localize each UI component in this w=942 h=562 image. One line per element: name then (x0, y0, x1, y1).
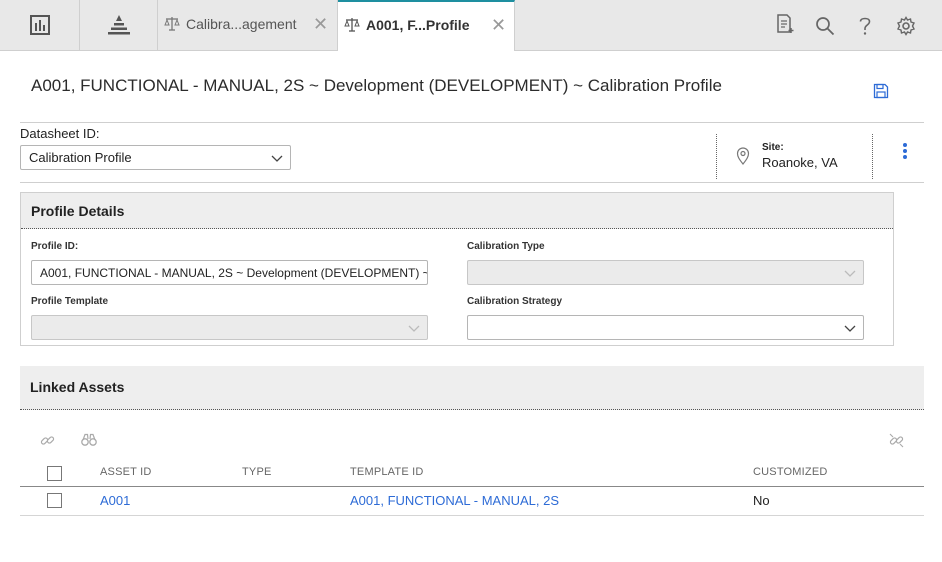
divider (20, 515, 924, 516)
profile-template-select (31, 315, 428, 340)
datasheet-value: Calibration Profile (29, 150, 132, 165)
divider (872, 134, 873, 179)
dashboard-button[interactable] (0, 0, 80, 50)
calibration-type-label: Calibration Type (467, 241, 545, 252)
tab-calibration-profile[interactable]: A001, F...Profile ✕ (338, 0, 515, 51)
row-checkbox[interactable] (47, 493, 62, 508)
profile-id-label: Profile ID: (31, 241, 79, 252)
linked-assets-title: Linked Assets (30, 379, 125, 395)
tab-calibration-management[interactable]: Calibra...agement ✕ (158, 0, 338, 51)
tab-label: Calibra...agement (186, 16, 297, 32)
select-all-checkbox[interactable] (47, 466, 62, 481)
search-icon[interactable] (815, 16, 835, 36)
profile-id-value: A001, FUNCTIONAL - MANUAL, 2S ~ Developm… (40, 266, 428, 280)
hierarchy-button[interactable] (80, 0, 158, 50)
tab-label: A001, F...Profile (366, 17, 470, 33)
profile-id-field[interactable]: A001, FUNCTIONAL - MANUAL, 2S ~ Developm… (31, 260, 428, 285)
profile-template-label: Profile Template (31, 296, 109, 307)
column-header-asset-id[interactable]: ASSET ID (100, 466, 152, 478)
link-icon[interactable] (40, 433, 55, 448)
calibration-type-select (467, 260, 864, 285)
site-label: Site: (762, 142, 784, 153)
column-header-customized[interactable]: CUSTOMIZED (753, 466, 828, 478)
scale-icon (164, 17, 180, 31)
scale-icon (344, 18, 360, 32)
calibration-strategy-label: Calibration Strategy (467, 296, 563, 307)
profile-details-title: Profile Details (31, 203, 125, 219)
column-header-template-id[interactable]: TEMPLATE ID (350, 466, 424, 478)
save-icon[interactable] (873, 83, 889, 99)
calibration-strategy-select[interactable] (467, 315, 864, 340)
chevron-down-icon (408, 325, 420, 332)
divider (716, 134, 717, 179)
close-icon[interactable]: ✕ (313, 15, 328, 33)
asset-id-link[interactable]: A001 (100, 493, 130, 508)
chevron-down-icon (271, 155, 283, 162)
customized-value: No (753, 493, 770, 508)
column-header-type[interactable]: TYPE (242, 466, 272, 478)
dashboard-icon (29, 15, 50, 35)
linked-assets-header: Linked Assets (20, 366, 924, 410)
binoculars-icon[interactable] (81, 433, 97, 447)
help-icon[interactable] (858, 16, 872, 36)
chevron-down-icon (844, 270, 856, 277)
unlink-icon[interactable] (889, 433, 904, 448)
datasheet-label: Datasheet ID: (20, 126, 100, 141)
panel-header: Profile Details (21, 193, 893, 229)
gear-icon[interactable] (896, 16, 916, 36)
kebab-icon[interactable] (903, 143, 909, 161)
top-tab-bar: Calibra...agement ✕ A001, F...Profile ✕ (0, 0, 942, 51)
template-id-link[interactable]: A001, FUNCTIONAL - MANUAL, 2S (350, 493, 559, 508)
hierarchy-icon (107, 15, 130, 35)
chevron-down-icon (844, 325, 856, 332)
location-pin-icon (736, 147, 750, 165)
new-doc-icon[interactable] (776, 14, 794, 34)
site-value: Roanoke, VA (762, 155, 838, 170)
close-icon[interactable]: ✕ (491, 16, 506, 34)
datasheet-select[interactable]: Calibration Profile (20, 145, 291, 170)
divider (20, 182, 924, 183)
divider (20, 122, 924, 123)
divider (20, 486, 924, 487)
page-title: A001, FUNCTIONAL - MANUAL, 2S ~ Developm… (31, 76, 722, 95)
profile-details-panel: Profile Details Profile ID: A001, FUNCTI… (20, 192, 894, 346)
